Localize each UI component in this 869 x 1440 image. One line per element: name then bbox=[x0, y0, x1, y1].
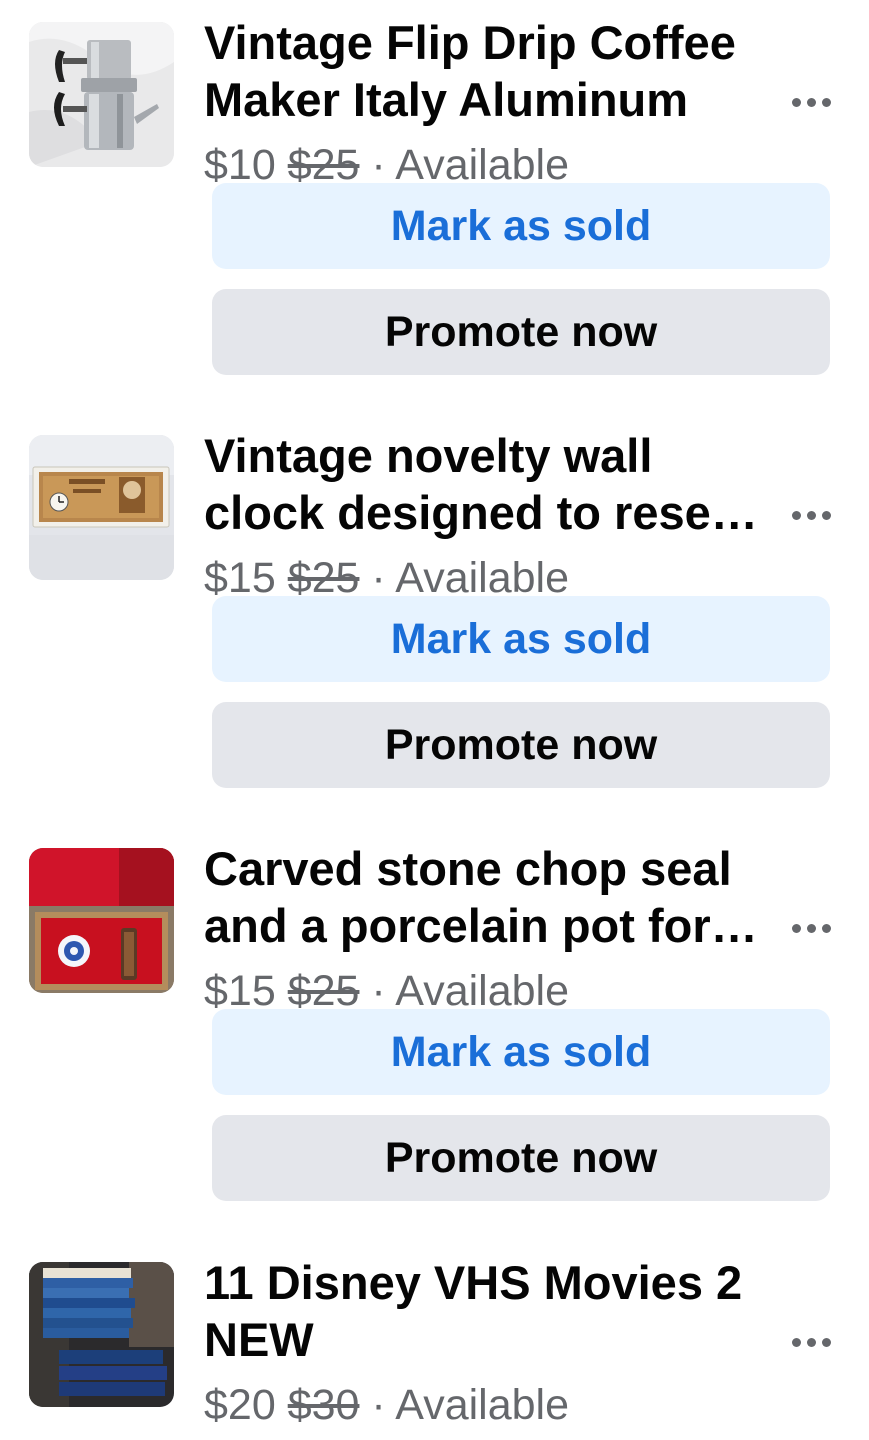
listing-thumbnail[interactable] bbox=[29, 848, 174, 993]
chop-seal-box-photo bbox=[29, 848, 174, 993]
separator: · bbox=[359, 141, 396, 189]
more-options-icon[interactable] bbox=[783, 80, 839, 124]
status-text: Available bbox=[395, 1381, 570, 1429]
listing-title[interactable]: Vintage Flip Drip Coffee Maker Italy Alu… bbox=[204, 14, 764, 128]
status-text: Available bbox=[395, 554, 570, 602]
vhs-stack-photo bbox=[29, 1262, 174, 1407]
current-price: $15 bbox=[204, 967, 276, 1015]
listing-thumbnail[interactable] bbox=[29, 435, 174, 580]
listing-thumbnail[interactable] bbox=[29, 1262, 174, 1407]
listing-item[interactable]: Vintage novelty wall clock designed to r… bbox=[0, 413, 869, 826]
status-text: Available bbox=[395, 141, 570, 189]
separator: · bbox=[359, 1381, 396, 1429]
listing-title[interactable]: Carved stone chop seal and a porcelain p… bbox=[204, 840, 764, 954]
listing-item[interactable]: Vintage Flip Drip Coffee Maker Italy Alu… bbox=[0, 0, 869, 413]
more-options-icon[interactable] bbox=[783, 493, 839, 537]
coffee-maker-photo bbox=[29, 22, 174, 167]
promote-now-button[interactable]: Promote now bbox=[212, 702, 830, 788]
listing-title[interactable]: 11 Disney VHS Movies 2 NEW bbox=[204, 1254, 764, 1368]
listing-thumbnail[interactable] bbox=[29, 22, 174, 167]
current-price: $15 bbox=[204, 554, 276, 602]
mark-as-sold-button[interactable]: Mark as sold bbox=[212, 596, 830, 682]
listing-item[interactable]: 11 Disney VHS Movies 2 NEW $20 $30 · Ava… bbox=[0, 1240, 869, 1440]
mark-as-sold-button[interactable]: Mark as sold bbox=[212, 183, 830, 269]
current-price: $10 bbox=[204, 141, 276, 189]
listing-title[interactable]: Vintage novelty wall clock designed to r… bbox=[204, 427, 764, 541]
separator: · bbox=[359, 967, 396, 1015]
more-options-icon[interactable] bbox=[783, 1320, 839, 1364]
original-price: $25 bbox=[287, 554, 360, 602]
original-price: $25 bbox=[287, 141, 360, 189]
promote-now-button[interactable]: Promote now bbox=[212, 1115, 830, 1201]
status-text: Available bbox=[395, 967, 570, 1015]
more-options-icon[interactable] bbox=[783, 906, 839, 950]
original-price: $25 bbox=[287, 967, 360, 1015]
listing-item[interactable]: Carved stone chop seal and a porcelain p… bbox=[0, 826, 869, 1239]
promote-now-button[interactable]: Promote now bbox=[212, 289, 830, 375]
price-line: $20 $30 · Available bbox=[204, 1378, 569, 1432]
mark-as-sold-button[interactable]: Mark as sold bbox=[212, 1009, 830, 1095]
original-price: $30 bbox=[287, 1381, 360, 1429]
current-price: $20 bbox=[204, 1381, 276, 1429]
separator: · bbox=[359, 554, 396, 602]
banknote-clock-photo bbox=[29, 435, 174, 580]
